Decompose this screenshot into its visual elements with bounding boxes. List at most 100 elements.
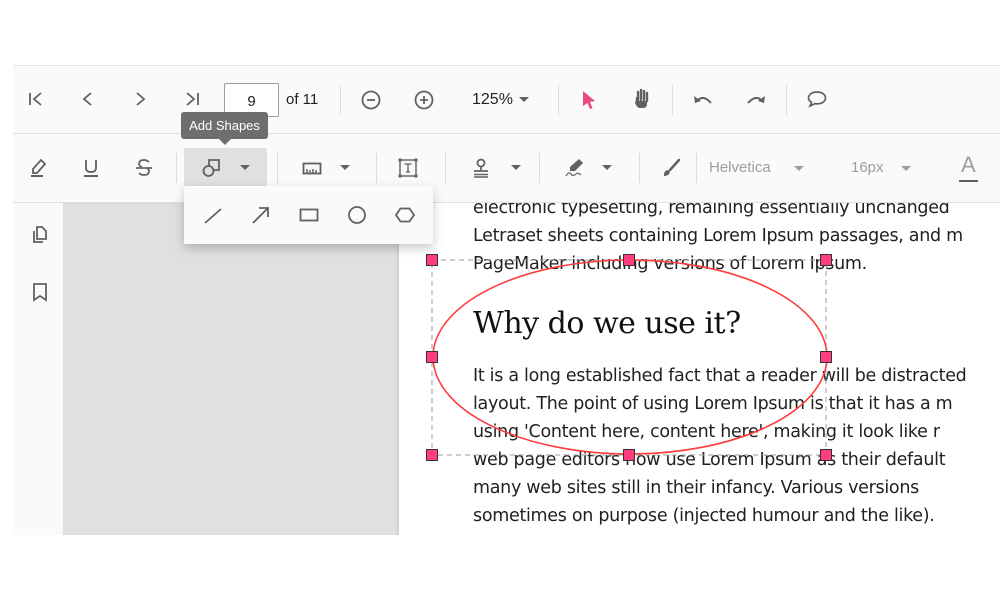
- document-text-line: It is a long established fact that a rea…: [473, 366, 967, 386]
- first-page-icon: [29, 92, 42, 106]
- resize-handle-top-right[interactable]: [820, 254, 832, 266]
- toolbar-separator: [696, 153, 697, 183]
- underline-icon: [84, 160, 98, 177]
- chevron-right-icon: [136, 92, 146, 106]
- shape-rectangle-item[interactable]: [297, 203, 321, 227]
- document-text-line: layout. The point of using Lorem Ipsum i…: [473, 394, 953, 414]
- comment-button[interactable]: [805, 88, 829, 110]
- zoom-dropdown-caret-icon[interactable]: [519, 97, 529, 102]
- first-page-button[interactable]: [25, 88, 47, 110]
- resize-handle-right[interactable]: [820, 351, 832, 363]
- resize-handle-bottom-right[interactable]: [820, 449, 832, 461]
- zoom-in-button[interactable]: [412, 88, 436, 112]
- line-icon: [204, 208, 222, 224]
- next-page-button[interactable]: [129, 88, 151, 110]
- text-box-icon: [398, 158, 418, 178]
- add-shapes-button[interactable]: [184, 148, 267, 186]
- highlight-button[interactable]: [28, 156, 50, 180]
- zoom-level-dropdown[interactable]: 125%: [472, 91, 513, 109]
- ruler-icon: [302, 162, 322, 175]
- toolbar-separator: [277, 153, 278, 183]
- font-color-button[interactable]: A: [961, 152, 976, 178]
- toolbar-separator: [786, 85, 787, 115]
- total-pages-label: of 11: [286, 91, 319, 108]
- pen-nib-icon: [565, 159, 583, 177]
- undo-button[interactable]: [691, 88, 715, 110]
- chevron-left-icon: [82, 92, 92, 106]
- resize-handle-bottom[interactable]: [623, 449, 635, 461]
- last-page-button[interactable]: [181, 88, 203, 110]
- text-selection-button[interactable]: [578, 88, 600, 112]
- font-color-swatch: [959, 180, 978, 182]
- font-size-caret-icon[interactable]: [901, 166, 911, 171]
- toolbar-separator: [539, 153, 540, 183]
- resize-handle-top[interactable]: [623, 254, 635, 266]
- shape-line-item[interactable]: [201, 203, 225, 227]
- hexagon-icon: [394, 207, 416, 223]
- navigation-sidebar: [13, 203, 63, 535]
- resize-handle-left[interactable]: [426, 351, 438, 363]
- free-text-button[interactable]: [396, 156, 420, 180]
- stamp-dropdown-caret-icon[interactable]: [511, 165, 521, 170]
- pan-button[interactable]: [630, 86, 654, 112]
- document-text-line: many web sites still in their infancy. V…: [473, 478, 919, 498]
- toolbar-separator: [672, 85, 673, 115]
- zoom-in-icon: [414, 90, 434, 110]
- hand-icon: [635, 88, 649, 108]
- bookmark-icon: [33, 283, 47, 302]
- font-size-dropdown[interactable]: 16px: [851, 159, 884, 176]
- shape-polygon-item[interactable]: [393, 203, 417, 227]
- last-page-icon: [186, 92, 199, 106]
- page-thumbnails-button[interactable]: [29, 223, 51, 247]
- ink-button[interactable]: [659, 156, 683, 180]
- circle-icon: [348, 206, 366, 224]
- shapes-icon: [202, 159, 220, 177]
- shape-circle-item[interactable]: [345, 203, 369, 227]
- document-page[interactable]: electronic typesetting, remaining essent…: [399, 203, 987, 535]
- shape-arrow-item[interactable]: [249, 203, 273, 227]
- stamp-icon: [474, 158, 488, 178]
- arrow-icon: [252, 207, 269, 224]
- add-shapes-tooltip: Add Shapes: [181, 112, 268, 145]
- font-family-caret-icon[interactable]: [794, 166, 804, 171]
- shapes-menu: [184, 186, 433, 244]
- copy-pages-icon: [33, 226, 47, 243]
- document-text-line: sometimes on purpose (injected humour an…: [473, 506, 935, 526]
- brush-icon: [664, 158, 681, 176]
- navigation-pane-background: [63, 203, 399, 535]
- highlighter-icon: [31, 158, 47, 177]
- calibrate-button[interactable]: [300, 156, 324, 180]
- toolbar-separator: [558, 85, 559, 115]
- document-text-line: Letraset sheets containing Lorem Ipsum p…: [473, 226, 963, 246]
- comment-icon: [807, 91, 827, 108]
- cursor-pointer-icon: [583, 91, 595, 109]
- bookmarks-button[interactable]: [29, 280, 51, 304]
- strikethrough-button[interactable]: [133, 156, 155, 180]
- primary-toolbar: 9 of 11 125%: [13, 66, 1000, 134]
- resize-handle-top-left[interactable]: [426, 254, 438, 266]
- document-heading: Why do we use it?: [473, 306, 741, 341]
- previous-page-button[interactable]: [77, 88, 99, 110]
- signature-dropdown-caret-icon[interactable]: [602, 165, 612, 170]
- resize-handle-bottom-left[interactable]: [426, 449, 438, 461]
- shapes-dropdown-caret-icon[interactable]: [240, 165, 250, 170]
- document-text-line: using 'Content here, content here', maki…: [473, 422, 940, 442]
- zoom-out-button[interactable]: [359, 88, 383, 112]
- calibrate-dropdown-caret-icon[interactable]: [340, 165, 350, 170]
- toolbar-separator: [340, 85, 341, 115]
- document-text-line: web page editors now use Lorem Ipsum as …: [473, 450, 946, 470]
- strikethrough-icon: [136, 159, 152, 176]
- document-text-line: electronic typesetting, remaining essent…: [473, 203, 950, 218]
- stamp-button[interactable]: [469, 156, 493, 180]
- font-family-dropdown[interactable]: Helvetica: [709, 159, 771, 176]
- zoom-out-icon: [361, 90, 381, 110]
- document-text-line: PageMaker including versions of Lorem Ip…: [473, 254, 867, 274]
- rectangle-icon: [299, 208, 319, 222]
- toolbar-separator: [376, 153, 377, 183]
- redo-button[interactable]: [744, 88, 768, 110]
- toolbar-separator: [176, 153, 177, 183]
- redo-icon: [747, 96, 765, 104]
- toolbar-separator: [445, 153, 446, 183]
- underline-button[interactable]: [80, 156, 102, 180]
- signature-button[interactable]: [563, 156, 587, 180]
